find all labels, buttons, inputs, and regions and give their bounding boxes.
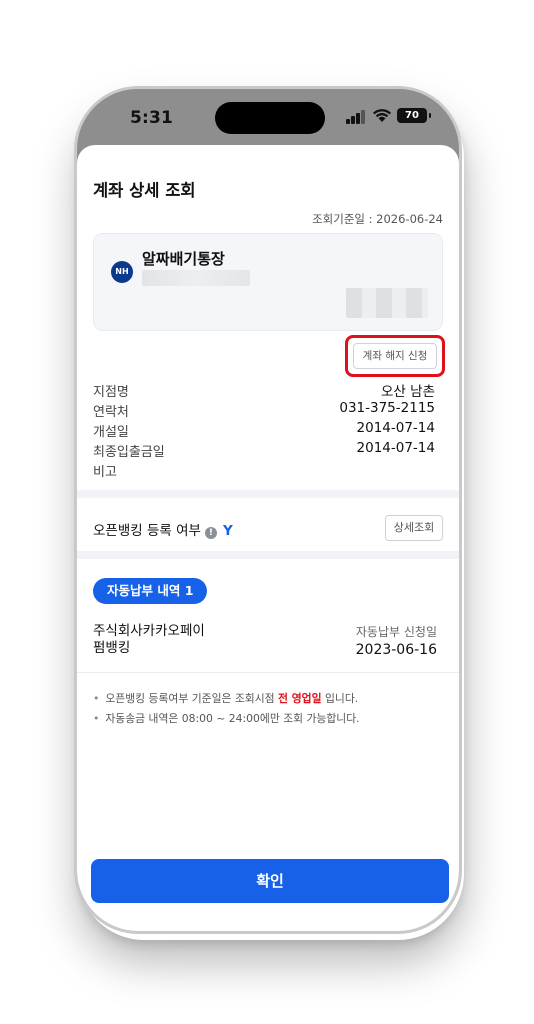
autopay-apply-date: 2023-06-16 — [355, 642, 437, 658]
wifi-icon — [373, 109, 391, 122]
notice-list: • 오픈뱅킹 등록여부 기준일은 조회시점 전 영업일 입니다. • 자동송금 내역… — [93, 689, 443, 729]
phone-screen: 5:31 70 계좌 상세 조회 조회기준일 : 2026-06-24 NH 알… — [77, 89, 459, 931]
open-date-value: 2014-07-14 — [356, 420, 435, 436]
account-card[interactable]: NH 알짜배기통장 — [93, 233, 443, 331]
branch-label: 지점명 — [93, 385, 129, 400]
info-icon[interactable]: ! — [204, 527, 217, 539]
open-banking-row: 오픈뱅킹 등록 여부! Y — [93, 519, 233, 539]
last-transaction-value: 2014-07-14 — [356, 440, 435, 456]
open-banking-label: 오픈뱅킹 등록 여부 — [93, 523, 201, 539]
last-transaction-label: 최종입출금일 — [93, 445, 165, 460]
section-divider — [77, 672, 459, 673]
branch-value: 오산 남촌 — [381, 384, 435, 400]
remarks-label: 비고 — [93, 465, 117, 480]
contact-value: 031-375-2115 — [339, 400, 435, 416]
open-banking-value: Y — [222, 523, 233, 539]
status-bar: 5:31 70 — [77, 89, 459, 145]
notice-item: • 자동송금 내역은 08:00 ~ 24:00에만 조회 가능합니다. — [93, 712, 360, 725]
section-divider — [77, 490, 459, 498]
nh-bank-logo-icon: NH — [111, 261, 133, 283]
section-divider — [77, 551, 459, 559]
confirm-button[interactable]: 확인 — [91, 859, 449, 903]
notice-item: • 오픈뱅킹 등록여부 기준일은 조회시점 전 영업일 입니다. — [93, 692, 359, 705]
autopay-tag: 자동납부 내역 1 — [93, 578, 208, 604]
balance-redacted — [346, 288, 428, 318]
payee-name: 주식회사카카오페이 — [93, 623, 205, 639]
page-title: 계좌 상세 조회 — [93, 181, 196, 200]
open-date-label: 개설일 — [93, 425, 129, 440]
terminate-account-button[interactable]: 계좌 해지 신청 — [353, 343, 437, 369]
account-name: 알짜배기통장 — [142, 250, 225, 268]
autopay-apply-label: 자동납부 신청일 — [355, 625, 437, 639]
phone-frame: 5:31 70 계좌 상세 조회 조회기준일 : 2026-06-24 NH 알… — [74, 86, 462, 934]
account-number-redacted — [142, 270, 250, 286]
dynamic-island — [215, 102, 325, 134]
payee-method: 펌뱅킹 — [93, 640, 131, 656]
autopay-payee: 주식회사카카오페이 펌뱅킹 — [93, 623, 205, 657]
contact-label: 연락처 — [93, 405, 129, 420]
open-banking-detail-button[interactable]: 상세조회 — [385, 515, 443, 541]
account-detail-sheet: 계좌 상세 조회 조회기준일 : 2026-06-24 NH 알짜배기통장 계좌… — [77, 145, 459, 931]
reference-date: 조회기준일 : 2026-06-24 — [312, 212, 443, 226]
status-time: 5:31 — [130, 108, 174, 128]
signal-icon — [346, 110, 368, 124]
battery-icon: 70 — [397, 108, 431, 123]
